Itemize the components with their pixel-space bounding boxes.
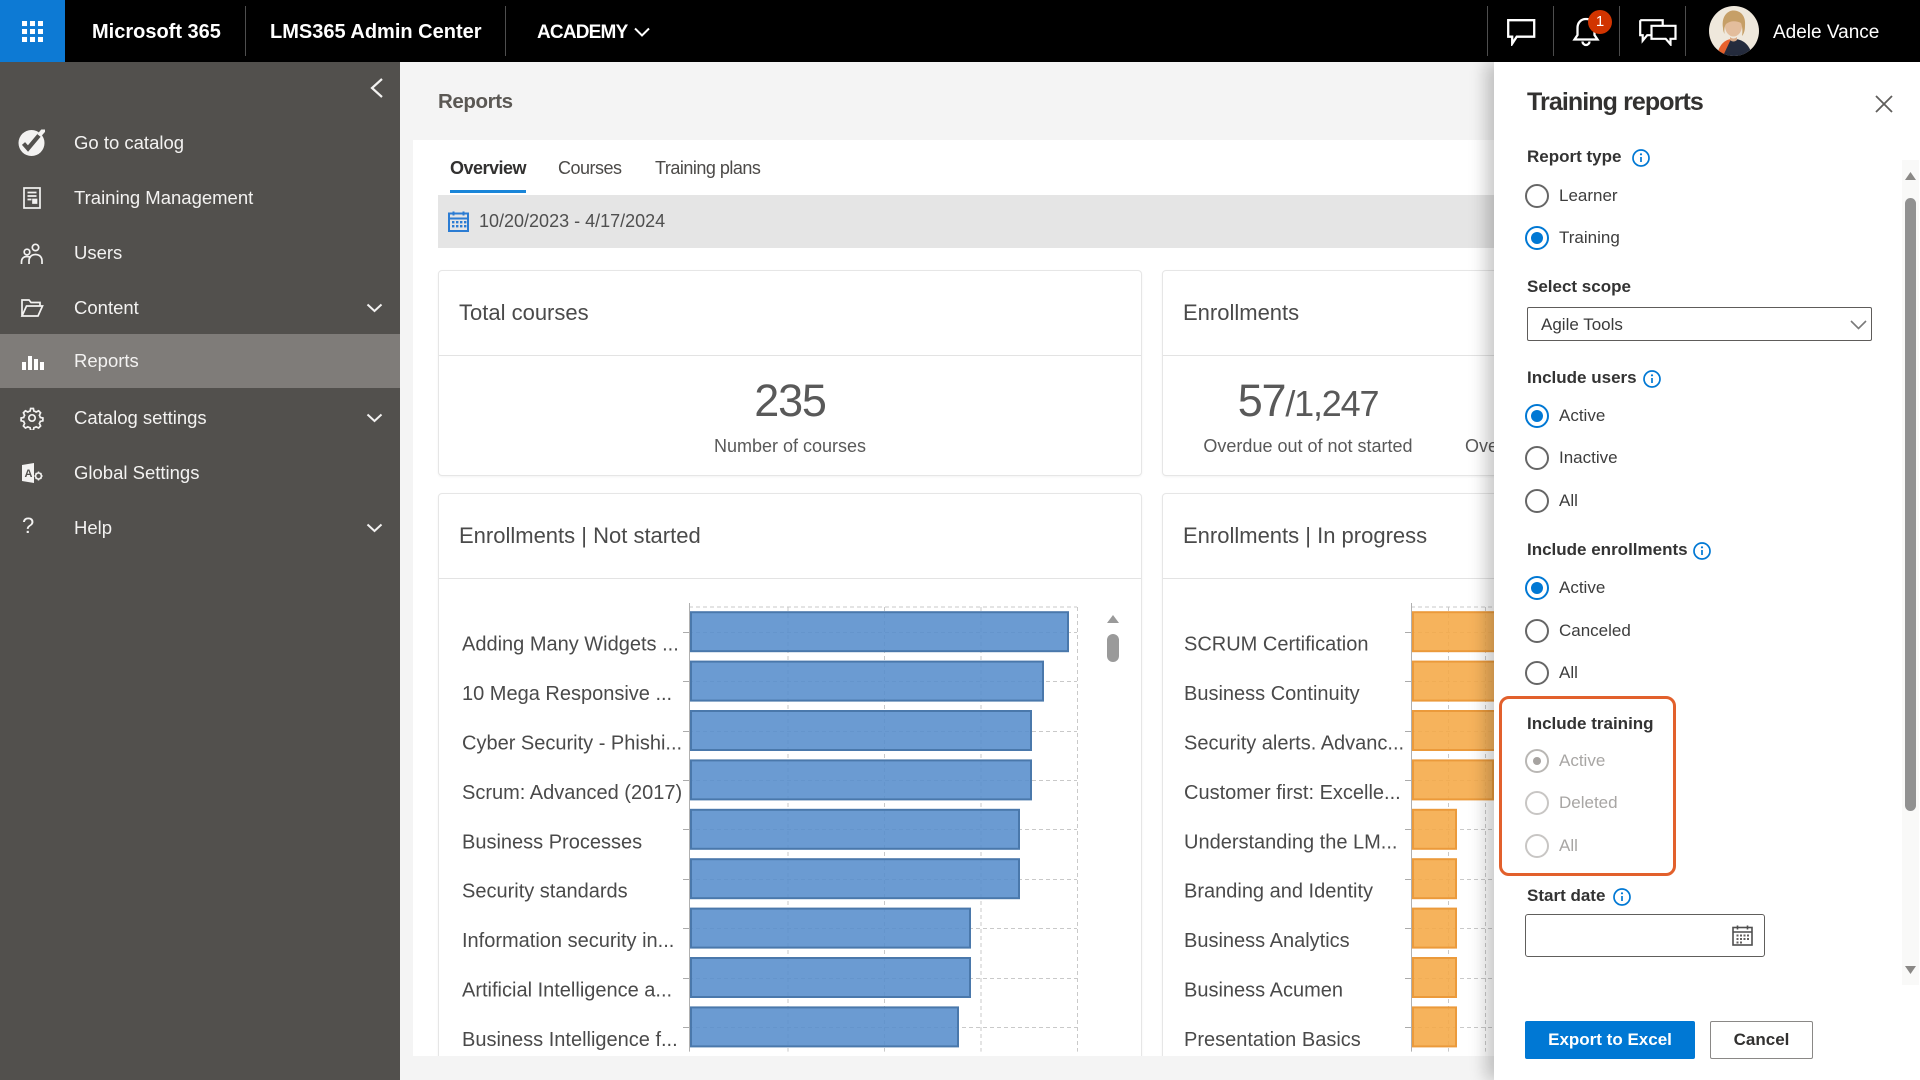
svg-text:Security standards: Security standards bbox=[462, 881, 628, 903]
svg-text:Business Acumen: Business Acumen bbox=[1184, 980, 1343, 1002]
svg-text:Adding Many Widgets ...: Adding Many Widgets ... bbox=[462, 634, 679, 656]
svg-text:Business Processes: Business Processes bbox=[462, 831, 642, 853]
svg-text:Cyber Security - Phishi...: Cyber Security - Phishi... bbox=[462, 733, 682, 755]
svg-text:Business Continuity: Business Continuity bbox=[1184, 683, 1360, 705]
svg-text:Scrum: Advanced (2017): Scrum: Advanced (2017) bbox=[462, 782, 682, 804]
svg-text:Information security in...: Information security in... bbox=[462, 930, 674, 952]
svg-text:Security alerts. Advanc...: Security alerts. Advanc... bbox=[1184, 733, 1404, 755]
svg-text:SCRUM Certification: SCRUM Certification bbox=[1184, 634, 1368, 656]
svg-text:Business Analytics: Business Analytics bbox=[1184, 930, 1350, 952]
svg-text:Understanding the LM...: Understanding the LM... bbox=[1184, 831, 1397, 853]
svg-text:10 Mega Responsive ...: 10 Mega Responsive ... bbox=[462, 683, 672, 705]
svg-text:Artificial Intelligence a...: Artificial Intelligence a... bbox=[462, 980, 672, 1002]
svg-text:Branding and Identity: Branding and Identity bbox=[1184, 881, 1373, 903]
svg-text:A: A bbox=[25, 468, 33, 480]
svg-text:Customer first: Excelle...: Customer first: Excelle... bbox=[1184, 782, 1401, 804]
svg-text:Presentation Basics: Presentation Basics bbox=[1184, 1029, 1361, 1051]
svg-text:Business Intelligence f...: Business Intelligence f... bbox=[462, 1029, 678, 1051]
